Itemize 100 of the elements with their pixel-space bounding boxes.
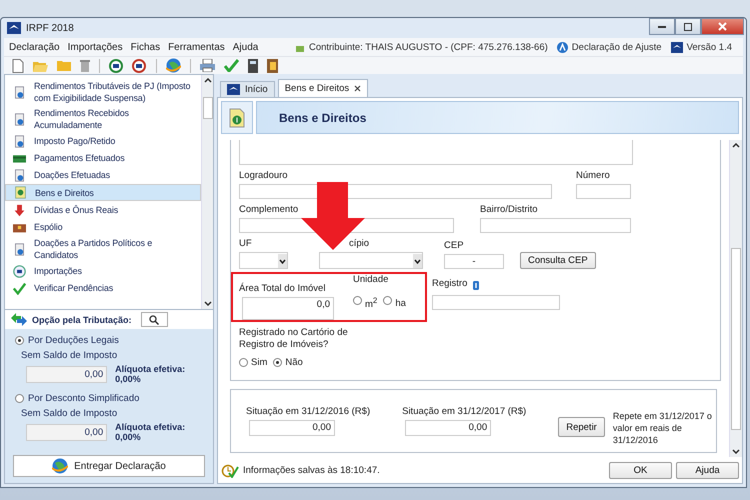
field-label: cípio (348, 238, 370, 249)
printer-icon[interactable] (200, 59, 215, 72)
district-field[interactable] (480, 218, 631, 233)
sidebar-item[interactable]: Verificar Pendências (5, 280, 201, 296)
sidebar-item[interactable]: Espólio (5, 219, 201, 235)
field-label: Situação em 31/12/2016 (R$) (246, 406, 370, 417)
scrollbar[interactable] (729, 140, 742, 457)
radio-button[interactable] (383, 296, 392, 306)
sidebar-item[interactable]: Imposto Pago/Retido (5, 133, 201, 149)
effective-rate: Alíquota efetiva: 0,00% (115, 422, 186, 442)
street-field[interactable] (239, 184, 552, 199)
scroll-up-icon[interactable] (732, 143, 740, 148)
trash-icon[interactable] (80, 59, 90, 72)
sidebar-item[interactable]: Doações a Partidos Políticos e Candidatos (5, 236, 201, 262)
amount-field[interactable]: 0,00 (405, 420, 492, 436)
balance-caption: Sem Saldo de Imposto (21, 408, 118, 419)
app-logo-icon (7, 22, 21, 34)
unit-label: m$^{2}$ (365, 296, 378, 310)
field-label: Bairro/Distrito (480, 204, 539, 215)
menu-item[interactable]: Importações (64, 42, 127, 52)
scrollbar-thumb[interactable] (202, 97, 212, 119)
maximize-icon (684, 22, 692, 30)
dialog-button[interactable]: Ajuda (676, 462, 739, 478)
sidebar-item[interactable]: Doações Efetuadas (5, 167, 201, 183)
sidebar-item[interactable]: Dívidas e Ônus Reais (5, 202, 201, 218)
option-label: Sim (251, 357, 268, 368)
sidebar-item[interactable]: Bens e Direitos (5, 184, 201, 201)
registry-field[interactable] (432, 295, 560, 310)
area-field[interactable]: 0,0 (242, 297, 334, 320)
menu-item[interactable]: Declaração (4, 42, 64, 52)
checkmark-icon[interactable] (224, 59, 239, 72)
submit-declaration-button[interactable]: Entregar Declaração (13, 455, 205, 477)
document-money-icon (229, 108, 245, 128)
balance-caption: Sem Saldo de Imposto (21, 350, 118, 361)
close-button[interactable] (701, 18, 744, 35)
status-message: Informações salvas às 18:10:47. (243, 464, 380, 476)
sidebar-item[interactable]: Rendimentos Tributáveis de PJ (Imposto com Exigibilidade Suspensa) (5, 79, 201, 105)
calculator-icon[interactable] (248, 58, 258, 72)
amount-field[interactable]: 0,00 (249, 420, 335, 436)
number-field[interactable] (576, 184, 631, 199)
app-logo-icon (227, 84, 240, 95)
info-icon[interactable] (473, 280, 480, 290)
close-icon (718, 22, 727, 31)
close-icon[interactable] (354, 85, 362, 92)
repeat-button[interactable]: Repetir (558, 417, 605, 437)
window-title: IRPF 2018 (26, 22, 74, 34)
radio-button[interactable] (273, 358, 282, 367)
scroll-down-icon[interactable] (204, 301, 212, 306)
menu-item[interactable]: Ferramentas (164, 42, 229, 52)
page-title: Bens e Direitos (279, 110, 366, 124)
registered-question: Registrado no Cartório de Registro de Imóveis? (239, 327, 349, 351)
taxpayer-info: Contribuinte: THAIS AUGUSTO - (CPF: 475.276.138-66) (308, 42, 548, 52)
minimize-button[interactable] (649, 18, 675, 35)
scroll-down-icon[interactable] (732, 449, 740, 454)
field-label: UF (239, 238, 253, 249)
sidebar-item[interactable]: Importações (5, 263, 201, 279)
globe-icon[interactable] (166, 58, 181, 73)
scroll-up-icon[interactable] (204, 78, 212, 83)
search-button[interactable] (140, 312, 168, 327)
clock-check-icon (221, 462, 239, 478)
tax-option-title: Opção pela Tributação: (32, 314, 132, 324)
amount-field: 0,00 (26, 424, 108, 440)
version-label: Versão 1.4 (686, 42, 732, 52)
field-label: Número (576, 170, 611, 181)
zip-field[interactable]: - (444, 254, 504, 269)
minimize-icon (658, 25, 666, 28)
sidebar-item[interactable]: Rendimentos Recebidos Acumuladamente (5, 106, 201, 132)
tab[interactable]: Início (220, 81, 275, 97)
field-label: Complemento (239, 204, 300, 215)
address-field[interactable] (239, 140, 633, 165)
scrollbar[interactable] (201, 75, 213, 309)
radio-button[interactable] (15, 394, 24, 403)
circle-a-icon (556, 42, 568, 52)
unit-label: ha (395, 298, 406, 309)
scrollbar-thumb[interactable] (731, 248, 741, 430)
field-label: Registro (432, 278, 468, 289)
radio-button[interactable] (353, 296, 362, 306)
repeat-note: Repete em 31/12/2017 o valor em reais de 31/12/2016 (612, 410, 713, 446)
option-label: Por Desconto Simplificado (28, 393, 140, 404)
option-label: Não (285, 357, 303, 368)
menu-item[interactable]: Ajuda (228, 42, 262, 52)
tab[interactable]: Bens e Direitos (278, 79, 368, 97)
maximize-button[interactable] (675, 18, 701, 35)
globe-icon (52, 458, 68, 474)
radio-button[interactable] (15, 336, 24, 345)
arrows-icon (11, 313, 27, 326)
amount-field: 0,00 (26, 366, 108, 382)
menu-item[interactable]: Fichas (126, 42, 164, 52)
radio-button[interactable] (239, 358, 248, 367)
field-label: Unidade (353, 274, 390, 285)
option-label: Por Deduções Legais (28, 335, 119, 346)
new-document-icon[interactable] (12, 58, 24, 72)
effective-rate: Alíquota efetiva: 0,00% (115, 364, 186, 384)
declaration-mode: Declaração de Ajuste (572, 42, 662, 52)
field-label: Área Total do Imóvel (239, 283, 326, 294)
dialog-button[interactable]: OK (609, 462, 672, 478)
app-logo-icon (670, 42, 683, 52)
zip-lookup-button[interactable]: Consulta CEP (520, 252, 596, 269)
field-label: Situação em 31/12/2017 (R$) (402, 406, 526, 417)
sidebar-item[interactable]: Pagamentos Efetuados (5, 150, 201, 166)
